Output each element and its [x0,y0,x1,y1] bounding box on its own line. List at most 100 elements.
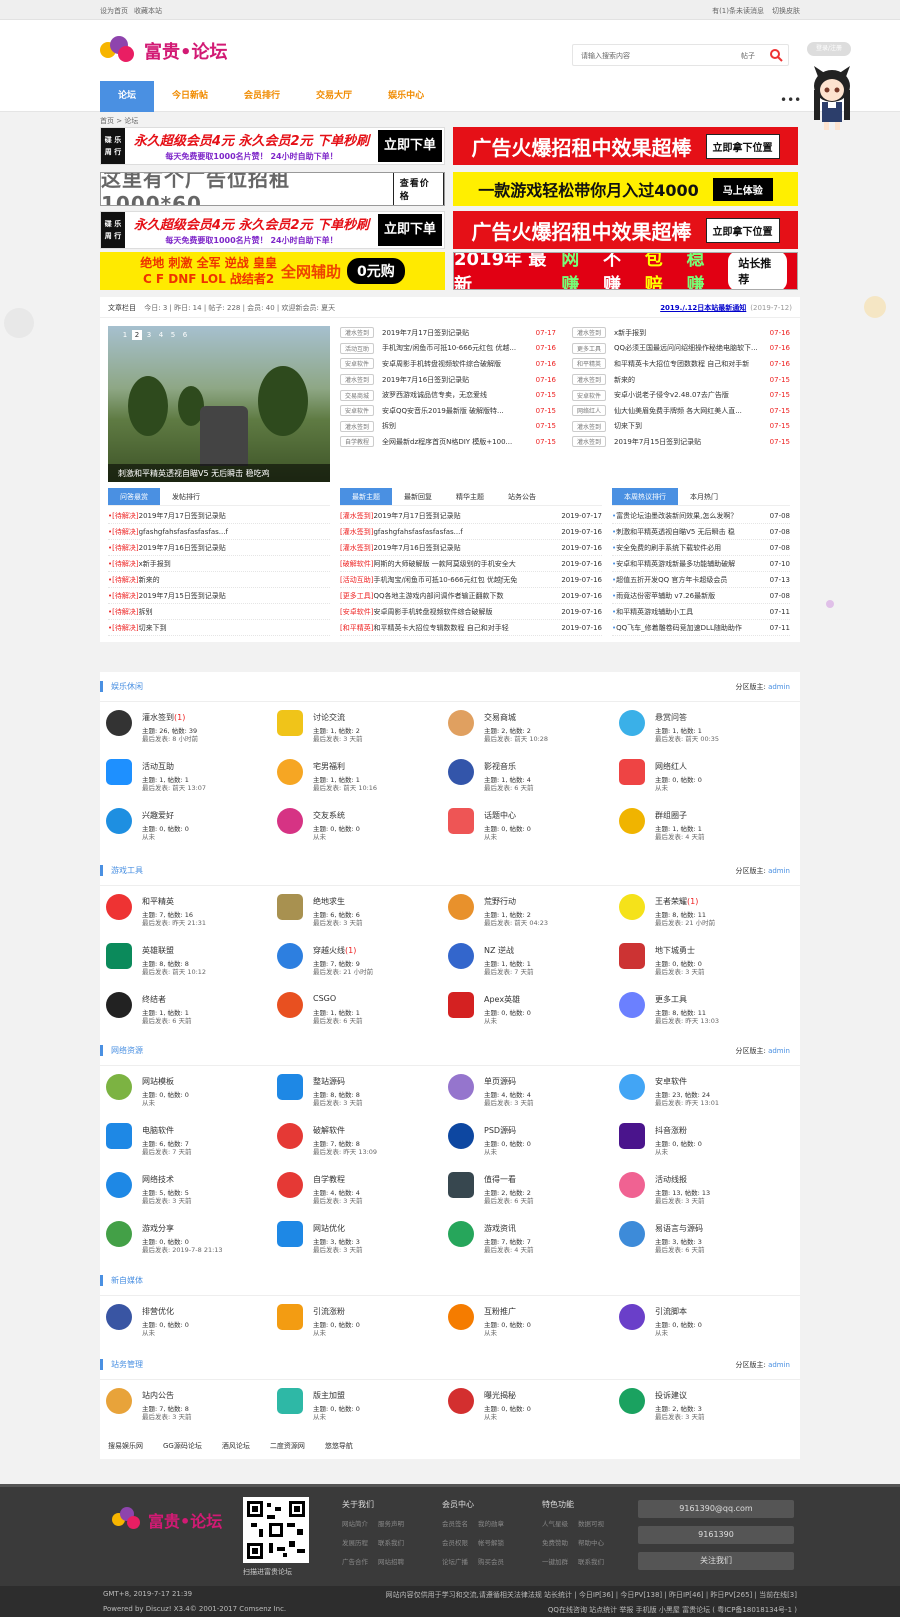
latest-title[interactable]: 手机淘宝/闲鱼币可抵10-666元红包 优越ƒ无免 [373,575,557,585]
forum-name[interactable]: 穿越火线(1) [313,945,356,956]
forum-last-post[interactable]: 最后发表: 3 天前 [655,966,704,976]
tab-month-hot[interactable]: 本月热门 [678,488,730,505]
heart-icon[interactable] [106,759,132,785]
forum-name[interactable]: 安卓软件 [655,1076,687,1087]
forum-name-text[interactable]: PSD源码 [484,1126,516,1135]
ad-rent-1[interactable]: 广告火爆招租中效果超棒 立即拿下位置 [453,127,798,165]
forum-name-text[interactable]: 游戏分享 [142,1224,174,1233]
ad-vip-sale-1[interactable]: 碟 乐 周 行 永久超级会员4元 永久会员2元 下单秒刷 每天免费要取1000名片… [100,127,445,165]
forum-name[interactable]: 讨论交流 [313,712,345,723]
topic-category-tag[interactable]: 灌水签到 [340,420,374,432]
forum-name[interactable]: 活动线报 [655,1174,687,1185]
forum-name-text[interactable]: 单页源码 [484,1077,516,1086]
latest-row[interactable]: [更多工具] QQ各地主游戏内部问调作者输正翻款下数 2019-07-16 [340,588,602,604]
latest-category[interactable]: [更多工具] [340,591,373,601]
forum-name-text[interactable]: 游戏资讯 [484,1224,516,1233]
forum-item[interactable]: 互粉推广 主题: 0, 帖数: 0 从未 [448,1300,619,1349]
forum-name-text[interactable]: 群组圈子 [655,811,687,820]
forum-name[interactable]: 游戏资讯 [484,1223,516,1234]
nav-trade[interactable]: 交易大厅 [298,81,370,112]
forum-name[interactable]: 活动互助 [142,761,174,772]
latest-category[interactable]: [灌水签到] [340,527,373,537]
forum-name-text[interactable]: 电脑软件 [142,1126,174,1135]
forum-item[interactable]: 群组圈子 主题: 1, 帖数: 1 最后发表: 4 天前 [619,804,790,853]
contact-qq[interactable]: 9161390 [638,1526,794,1544]
forum-last-post[interactable]: 从未 [655,782,668,792]
forum-name[interactable]: 网站优化 [313,1223,345,1234]
forum-item[interactable]: 英雄联盟 主题: 8, 帖数: 8 最后发表: 前天 10:12 [106,939,277,988]
ad-2019-button[interactable]: 站长推荐 [728,253,788,289]
forum-name[interactable]: 投诉建议 [655,1390,687,1401]
qa-row[interactable]: • [待解决] 2019年7月17日签到记录贴 [108,508,330,524]
messages-link[interactable]: 有(1)条未读消息 [712,7,764,15]
hot-row[interactable]: • 富贵论坛油墨改装新间效果,怎么发啊？ 07-08 [612,508,790,524]
moderator-link[interactable]: admin [768,683,790,691]
footer-logo[interactable]: 富贵•论坛 [112,1507,222,1533]
topic-title[interactable]: 安卓小说老子侵令v2.48.07去广告版 [614,390,766,400]
forum-name[interactable]: 宅男福利 [313,761,345,772]
ad-price-button[interactable]: 查看价格 [392,173,444,205]
search-type-select[interactable]: 帖子 [741,51,755,61]
forum-item[interactable]: 交友系统 主题: 0, 帖数: 0 从未 [277,804,448,853]
forum-item[interactable]: Apex英雄 主题: 0, 帖数: 0 从未 [448,988,619,1037]
eye-icon[interactable] [448,1172,474,1198]
forum-name-text[interactable]: 网站模板 [142,1077,174,1086]
topic-row[interactable]: 灌水签到 2019年7月17日签到记录贴 07-17 [340,325,556,341]
section-title[interactable]: 网络资源 [100,1045,143,1056]
forum-name-text[interactable]: 荒野行动 [484,897,516,906]
hot-title[interactable]: 安卓和平精英游戏新最多功能辅助破解 [616,559,766,569]
topic-category-tag[interactable]: 安卓软件 [340,358,374,370]
latest-category[interactable]: [破解软件] [340,559,373,569]
nz-icon[interactable] [448,943,474,969]
forum-name-text[interactable]: NZ 逆战 [484,946,514,955]
crown-icon[interactable] [106,710,132,736]
forum-name-text[interactable]: 抖音涨粉 [655,1126,687,1135]
forum-name[interactable]: 站内公告 [142,1390,174,1401]
slide-caption[interactable]: 刺激和平精英透视自瞄V5 无后瞬击 稳吃鸡 [108,464,330,482]
expose-icon[interactable] [448,1388,474,1414]
latest-category[interactable]: [灌水签到] [340,511,373,521]
qa-title[interactable]: 2019年7月16日签到记录贴 [139,543,330,553]
topic-row[interactable]: 交易商城 波罗西游戏诚品信专卖，无恋爱线 07-15 [340,387,556,403]
forum-last-post[interactable]: 最后发表: 4 天前 [655,831,704,841]
section-title[interactable]: 娱乐休闲 [100,681,143,692]
forum-item[interactable]: 终结者 主题: 1, 帖数: 1 最后发表: 6 天前 [106,988,277,1037]
forum-name-text[interactable]: 排营优化 [142,1307,174,1316]
tab-latest[interactable]: 最新主题 [340,488,392,505]
forum-name[interactable]: 曝光揭秘 [484,1390,516,1401]
pubg-icon[interactable] [277,894,303,920]
qa-row[interactable]: • [待解决] gfashgfahsfasfasfasfas...f [108,524,330,540]
forum-item[interactable]: 穿越火线(1) 主题: 7, 帖数: 9 最后发表: 21 小时前 [277,939,448,988]
topic-row[interactable]: 灌水签到 x新手报到 07-16 [572,325,790,341]
globe-icon[interactable] [277,1074,303,1100]
forum-name[interactable]: CSGO [313,994,336,1003]
topic-row[interactable]: 和平精英 和平精英卡大招位专团数数程 自己和对手新 07-16 [572,356,790,372]
forum-item[interactable]: NZ 逆战 主题: 1, 帖数: 1 最后发表: 7 天前 [448,939,619,988]
forum-name[interactable]: 群组圈子 [655,810,687,821]
footer-link[interactable]: 联系我们 [578,1558,604,1566]
forum-item[interactable]: 版主加盟 主题: 0, 帖数: 0 从未 [277,1384,448,1433]
topic-row[interactable]: 安卓软件 安卓周影手机转盘视频软件综合破解版 07-16 [340,356,556,372]
forum-last-post[interactable]: 最后发表: 昨天 13:03 [655,1015,719,1025]
hot-row[interactable]: • 安卓和平精英游戏新最多功能辅助破解 07-10 [612,556,790,572]
forum-name-text[interactable]: 版主加盟 [313,1391,345,1400]
forum-name[interactable]: 网络技术 [142,1174,174,1185]
forum-name[interactable]: 绝地求生 [313,896,345,907]
news-icon[interactable] [448,1221,474,1247]
forum-item[interactable]: 网站优化 主题: 3, 帖数: 3 最后发表: 3 天前 [277,1217,448,1266]
hot-title[interactable]: 安全免费的刷手系统下载软件必用 [616,543,766,553]
forum-last-post[interactable]: 最后发表: 前天 10:16 [313,782,377,792]
footer-link[interactable]: 论坛广播 [442,1558,468,1566]
topic-icon[interactable] [448,808,474,834]
forum-last-post[interactable]: 最后发表: 21 小时前 [313,966,373,976]
ad-rent-2[interactable]: 广告火爆招租中效果超棒 立即拿下位置 [453,211,798,249]
forum-last-post[interactable]: 从未 [484,1146,497,1156]
forum-name[interactable]: PSD源码 [484,1125,516,1136]
seo-icon[interactable] [277,1221,303,1247]
forum-last-post[interactable]: 从未 [142,831,155,841]
star-icon[interactable] [106,808,132,834]
forum-name[interactable]: 兴趣爱好 [142,810,174,821]
breadcrumb[interactable]: 首页 > 论坛 [100,116,138,126]
forum-last-post[interactable]: 从未 [313,831,326,841]
slide-dot[interactable]: 4 [156,330,166,340]
